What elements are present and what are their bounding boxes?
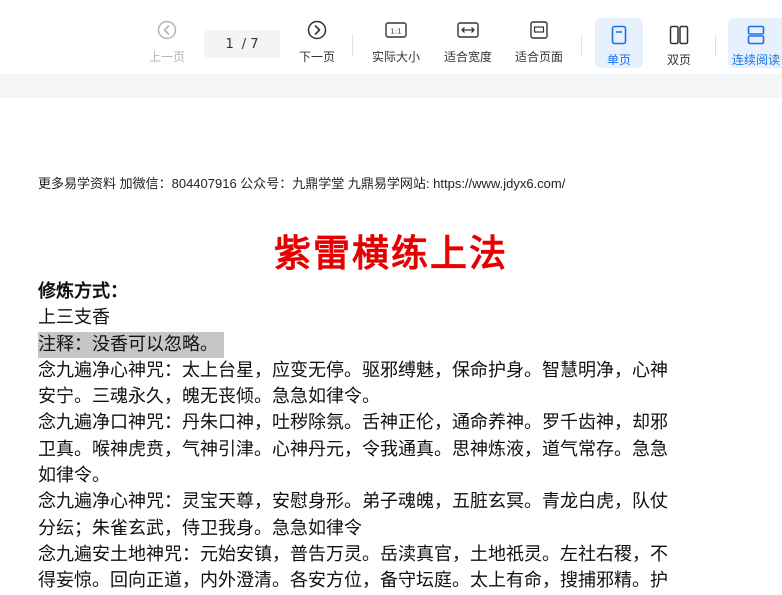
chevron-right-circle-icon — [305, 18, 329, 42]
body-line: 念九遍安土地神咒：元始安镇，普告万灵。岳渎真官，土地祇灵。左社右稷，不 — [38, 543, 668, 565]
actual-size-icon: 1:1 — [384, 18, 408, 42]
toolbar-divider — [715, 34, 716, 56]
double-page-label: 双页 — [666, 53, 691, 67]
double-page-icon — [667, 24, 691, 45]
body-line: 如律令。 — [38, 465, 110, 487]
fit-width-button[interactable]: 适合宽度 — [440, 18, 496, 68]
fit-page-icon — [527, 18, 551, 42]
page-number-input[interactable]: 1 / 7 — [204, 30, 280, 58]
single-page-button[interactable]: 单页 — [595, 18, 643, 68]
toolbar-shadow-strip — [0, 74, 782, 98]
body-line: 安宁。三魂永久，魄无丧倾。急急如律令。 — [38, 386, 380, 408]
double-page-button[interactable]: 双页 — [656, 18, 702, 68]
page-total: / 7 — [241, 36, 259, 52]
toolbar-divider — [352, 34, 353, 56]
prev-page-label: 上一页 — [148, 50, 185, 64]
method-heading: 修炼方式： — [38, 281, 128, 302]
page-current: 1 — [225, 36, 234, 52]
body-line: 念九遍净心神咒：太上台星，应变无停。驱邪缚魅，保命护身。智慧明净，心神 — [38, 359, 668, 381]
actual-size-label: 实际大小 — [371, 50, 420, 64]
fit-page-label: 适合页面 — [514, 50, 563, 64]
continuous-reading-button[interactable]: 连续阅读 — [728, 18, 782, 68]
body-line: 念九遍净心神咒：灵宝天尊，安慰身形。弟子魂魄，五脏玄冥。青龙白虎，队仗 — [38, 491, 668, 513]
toolbar-divider — [581, 34, 582, 56]
continuous-reading-icon — [744, 24, 768, 45]
document-body: 修炼方式： 上三支香 注释：没香可以忽略。 念九遍净心神咒：太上台星，应变无停。… — [38, 279, 760, 595]
fit-width-label: 适合宽度 — [443, 50, 492, 64]
fit-page-button[interactable]: 适合页面 — [511, 18, 567, 68]
incense-line: 上三支香 — [38, 307, 110, 329]
document-title: 紫雷横练上法 — [274, 231, 508, 275]
continuous-reading-label: 连续阅读 — [731, 53, 780, 67]
body-line: 念九遍净口神咒：丹朱口神，吐秽除氛。舌神正伦，通命养神。罗千齿神，却邪 — [38, 412, 668, 434]
next-page-button[interactable]: 下一页 — [294, 18, 340, 68]
prev-page-button[interactable]: 上一页 — [144, 18, 190, 68]
next-page-label: 下一页 — [298, 50, 335, 64]
body-line: 卫真。喉神虎贲，气神引津。心神丹元，令我通真。思神炼液，道气常存。急急 — [38, 438, 668, 460]
svg-text:1:1: 1:1 — [390, 28, 401, 36]
body-line: 得妄惊。回向正道，内外澄清。各安方位，备守坛庭。太上有命，搜捕邪精。护 — [38, 570, 668, 592]
body-line: 分纭；朱雀玄武，侍卫我身。急急如律令 — [38, 517, 362, 539]
single-page-icon — [607, 24, 631, 45]
actual-size-button[interactable]: 1:1 实际大小 — [366, 18, 426, 68]
single-page-label: 单页 — [606, 53, 631, 67]
fit-width-icon — [456, 18, 480, 42]
chevron-left-circle-icon — [155, 18, 179, 42]
document-header-line: 更多易学资料 加微信：804407916 公众号：九鼎学堂 九鼎易学网站: ht… — [38, 176, 566, 191]
viewer-toolbar: 上一页 1 / 7 下一页 1:1 实际大小 适合宽度 适合页面 单页 双页 连… — [0, 0, 782, 74]
note-highlighted: 注释：没香可以忽略。 — [38, 331, 224, 358]
